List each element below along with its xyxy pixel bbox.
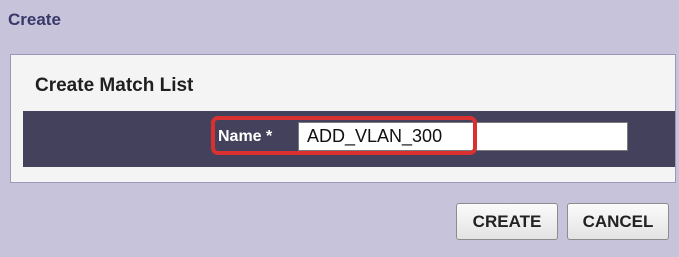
name-input[interactable] [298,122,628,151]
name-field-row: Name * [23,111,675,167]
name-label: Name * [218,128,273,145]
panel-title: Create Match List [35,75,194,96]
cancel-button[interactable]: CANCEL [567,203,669,240]
create-dialog: Create Create Match List Name * CREATE C… [0,0,679,257]
dialog-header: Create [8,10,61,29]
match-list-panel: Create Match List Name * [10,54,676,183]
create-button[interactable]: CREATE [456,203,558,240]
